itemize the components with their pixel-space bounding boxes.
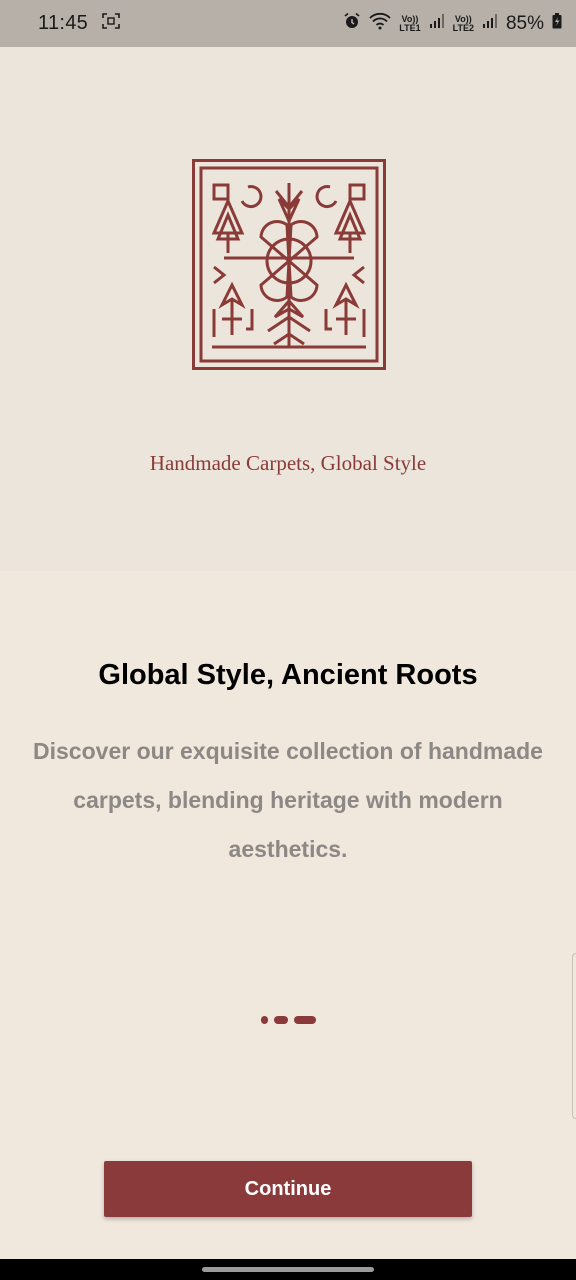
onboarding-content: Global Style, Ancient Roots Discover our… [0,571,576,1259]
home-gesture-handle[interactable] [202,1267,374,1272]
signal-icon [429,13,445,34]
sim2-network-label: Vo)) LTE2 [452,14,474,33]
status-right: Vo)) LTE1 Vo)) LTE2 85% [343,12,562,35]
signal-icon [482,13,498,34]
onboarding-description: Discover our exquisite collection of han… [33,738,543,862]
status-time: 11:45 [38,12,89,34]
carpet-pattern-logo [192,159,386,370]
onboarding-headline: Global Style, Ancient Roots [98,659,478,691]
hero-banner: Handmade Carpets, Global Style [0,47,576,571]
sim1-lte-text: LTE1 [399,22,421,33]
page-indicator-dot-active[interactable] [293,1016,316,1024]
wifi-icon [369,12,391,35]
screenshot-icon [102,13,120,34]
edge-panel-handle[interactable] [572,953,576,1119]
status-bar: 11:45 Vo)) LTE1 Vo)) LTE2 85% [0,0,576,47]
navigation-bar [0,1259,576,1280]
battery-percent: 85% [505,12,544,34]
sim1-network-label: Vo)) LTE1 [399,14,421,33]
status-left: 11:45 [38,12,120,35]
continue-button[interactable]: Continue [104,1161,472,1217]
battery-icon [552,13,562,34]
page-indicator-dot[interactable] [260,1016,268,1024]
page-indicator [0,1016,576,1024]
alarm-icon [343,12,361,35]
sim2-lte-text: LTE2 [452,22,474,33]
brand-tagline: Handmade Carpets, Global Style [149,451,427,475]
page-indicator-dot[interactable] [273,1016,288,1024]
